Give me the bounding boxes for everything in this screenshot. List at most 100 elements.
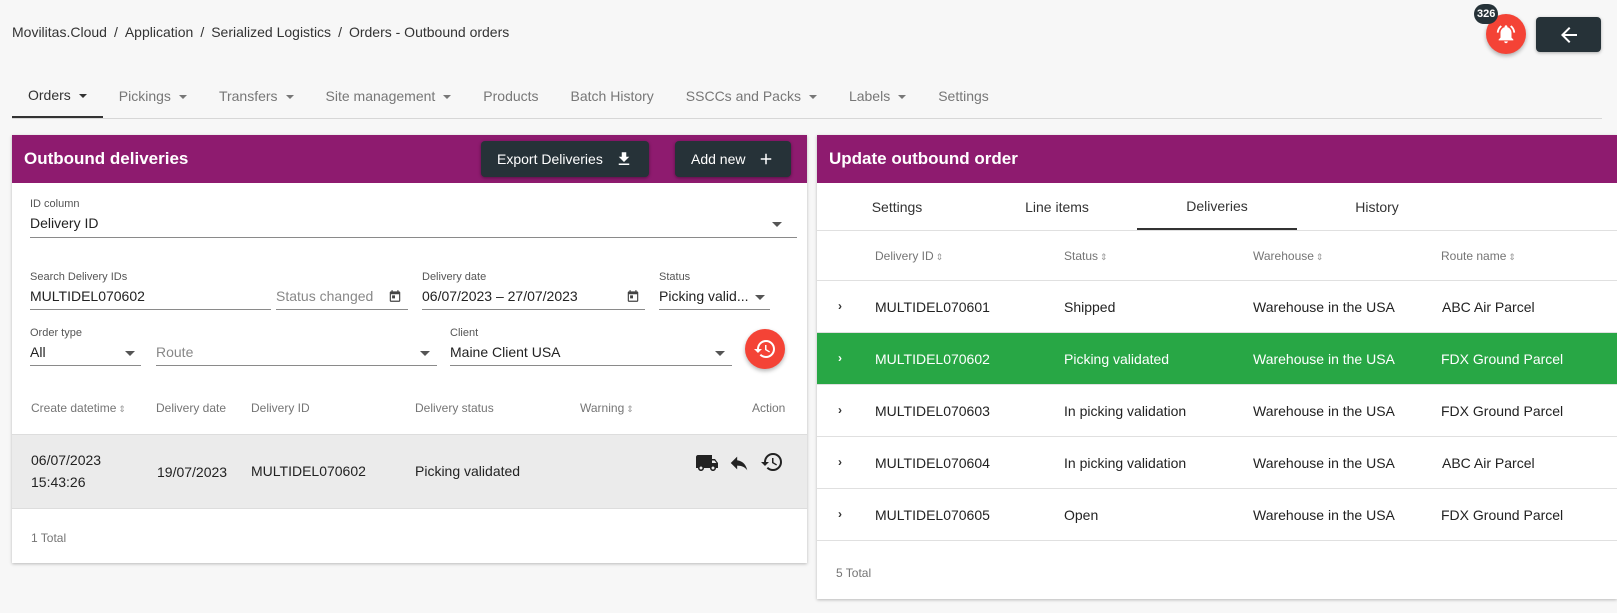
delivery-status: Picking validated bbox=[415, 463, 521, 479]
warehouse: Warehouse in the USA bbox=[1253, 455, 1395, 471]
breadcrumb-item[interactable]: Application bbox=[125, 24, 194, 40]
nav-tab-settings[interactable]: Settings bbox=[922, 74, 1005, 118]
table-row[interactable]: › MULTIDEL070604 In picking validation W… bbox=[817, 437, 1617, 489]
plus-icon bbox=[761, 153, 772, 165]
breadcrumb-item[interactable]: Serialized Logistics bbox=[211, 24, 331, 40]
nav-tab-batch-history[interactable]: Batch History bbox=[555, 74, 670, 118]
dropdown-arrow-icon bbox=[772, 222, 782, 227]
column-header-delivery-status: Delivery status bbox=[415, 401, 494, 415]
export-deliveries-button[interactable]: Export Deliveries bbox=[481, 141, 649, 177]
panel-title: Outbound deliveries bbox=[24, 149, 189, 168]
field-label: ID column bbox=[30, 198, 80, 210]
caret-down-icon bbox=[78, 94, 87, 98]
route-name: ABC Air Parcel bbox=[1442, 455, 1535, 471]
warehouse: Warehouse in the USA bbox=[1253, 507, 1395, 523]
expand-chevron-icon[interactable]: › bbox=[838, 299, 842, 313]
history-icon bbox=[754, 340, 775, 358]
route-name: FDX Ground Parcel bbox=[1441, 507, 1564, 523]
field-underline bbox=[156, 365, 437, 366]
delivery-status: Picking validated bbox=[1064, 351, 1170, 367]
back-button[interactable] bbox=[1536, 17, 1601, 52]
route-name: ABC Air Parcel bbox=[1442, 299, 1535, 315]
warehouse: Warehouse in the USA bbox=[1253, 351, 1395, 367]
field-underline bbox=[30, 309, 271, 310]
bell-icon bbox=[1496, 25, 1516, 44]
breadcrumb-current: Orders - Outbound orders bbox=[348, 24, 510, 40]
column-header-warehouse[interactable]: Warehouse ⇕ bbox=[1253, 249, 1323, 263]
delivery-id: MULTIDEL070604 bbox=[875, 455, 990, 471]
nav-tab-products[interactable]: Products bbox=[467, 74, 554, 118]
calendar-icon[interactable] bbox=[626, 289, 640, 303]
tab-deliveries[interactable]: Deliveries bbox=[1137, 183, 1297, 230]
field-label: Search Delivery IDs bbox=[30, 271, 128, 283]
caret-down-icon bbox=[285, 95, 294, 99]
nav-tab-labels[interactable]: Labels bbox=[833, 74, 922, 118]
tab-settings[interactable]: Settings bbox=[817, 183, 977, 230]
field-value: MULTIDEL070602 bbox=[30, 288, 145, 304]
caret-down-icon bbox=[178, 95, 187, 99]
field-placeholder: Status changed bbox=[276, 288, 374, 304]
tab-line-items[interactable]: Line items bbox=[977, 183, 1137, 230]
dropdown-arrow-icon bbox=[420, 351, 430, 356]
nav-tab-pickings[interactable]: Pickings bbox=[103, 74, 203, 118]
sort-icon: ⇕ bbox=[935, 252, 944, 262]
nav-tab-orders[interactable]: Orders bbox=[12, 74, 103, 118]
table-row[interactable]: › MULTIDEL070605 Open Warehouse in the U… bbox=[817, 489, 1617, 541]
nav-tab-transfers[interactable]: Transfers bbox=[203, 74, 310, 118]
dropdown-arrow-icon bbox=[125, 351, 135, 356]
sort-icon: ⇕ bbox=[1508, 252, 1516, 262]
panel-header: Outbound deliveries Export Deliveries Ad… bbox=[12, 135, 807, 183]
expand-chevron-icon[interactable]: › bbox=[838, 403, 842, 417]
delivery-status: Open bbox=[1064, 507, 1099, 523]
create-time: 15:43:26 bbox=[31, 474, 86, 490]
route-name: FDX Ground Parcel bbox=[1441, 351, 1564, 367]
field-value: Picking valid... bbox=[659, 288, 749, 304]
nav-tab-site-management[interactable]: Site management bbox=[310, 74, 468, 118]
create-date: 06/07/2023 bbox=[31, 452, 102, 468]
expand-chevron-icon[interactable]: › bbox=[838, 351, 842, 365]
table-row[interactable]: › MULTIDEL070603 In picking validation W… bbox=[817, 385, 1617, 437]
warehouse: Warehouse in the USA bbox=[1253, 403, 1395, 419]
column-header-warning[interactable]: Warning ⇕ bbox=[580, 401, 634, 415]
delivery-status: Shipped bbox=[1064, 299, 1116, 315]
download-icon bbox=[618, 152, 630, 165]
column-header-status[interactable]: Status ⇕ bbox=[1064, 249, 1108, 263]
calendar-icon[interactable] bbox=[388, 289, 402, 303]
table-row[interactable]: › MULTIDEL070601 Shipped Warehouse in th… bbox=[817, 281, 1617, 333]
table-row-selected[interactable]: › MULTIDEL070602 Picking validated Wareh… bbox=[817, 333, 1617, 385]
dropdown-arrow-icon bbox=[715, 351, 725, 356]
main-nav: Orders Pickings Transfers Site managemen… bbox=[12, 74, 1602, 119]
delivery-date: 19/07/2023 bbox=[157, 464, 228, 480]
delivery-status: In picking validation bbox=[1064, 403, 1187, 419]
delivery-id: MULTIDEL070605 bbox=[875, 507, 990, 523]
column-header-create-datetime[interactable]: Create datetime ⇕ bbox=[31, 401, 126, 415]
column-header-action: Action bbox=[752, 401, 786, 415]
delivery-id: MULTIDEL070603 bbox=[875, 403, 990, 419]
history-icon[interactable] bbox=[760, 450, 784, 474]
table-row[interactable]: 06/07/2023 15:43:26 19/07/2023 MULTIDEL0… bbox=[12, 434, 807, 509]
column-header-route-name[interactable]: Route name ⇕ bbox=[1441, 249, 1516, 263]
warehouse: Warehouse in the USA bbox=[1253, 299, 1395, 315]
nav-tab-ssccs-packs[interactable]: SSCCs and Packs bbox=[670, 74, 833, 118]
column-header-delivery-id[interactable]: Delivery ID ⇕ bbox=[875, 249, 943, 263]
outbound-deliveries-panel: Outbound deliveries Export Deliveries Ad… bbox=[12, 135, 807, 563]
reply-icon[interactable] bbox=[728, 452, 750, 474]
field-placeholder: Route bbox=[156, 344, 194, 360]
add-new-button[interactable]: Add new bbox=[675, 141, 792, 177]
caret-down-icon bbox=[898, 95, 907, 99]
column-header-delivery-date: Delivery date bbox=[156, 401, 227, 415]
truck-icon[interactable] bbox=[695, 451, 719, 475]
tab-history[interactable]: History bbox=[1297, 183, 1457, 230]
total-count: 1 Total bbox=[31, 531, 67, 545]
update-outbound-order-panel: Update outbound order Settings Line item… bbox=[817, 135, 1617, 599]
caret-down-icon bbox=[808, 95, 817, 99]
breadcrumb: Movilitas.Cloud / Application / Serialized L… bbox=[12, 24, 510, 40]
expand-chevron-icon[interactable]: › bbox=[838, 455, 842, 469]
field-value: 06/07/2023 – 27/07/2023 bbox=[422, 288, 578, 304]
expand-chevron-icon[interactable]: › bbox=[838, 507, 842, 521]
field-value: Maine Client USA bbox=[450, 344, 561, 360]
reset-filters-button[interactable] bbox=[745, 329, 785, 369]
notification-count-badge: 326 bbox=[1474, 4, 1499, 24]
breadcrumb-item[interactable]: Movilitas.Cloud bbox=[12, 24, 107, 40]
sort-icon: ⇕ bbox=[626, 404, 634, 414]
